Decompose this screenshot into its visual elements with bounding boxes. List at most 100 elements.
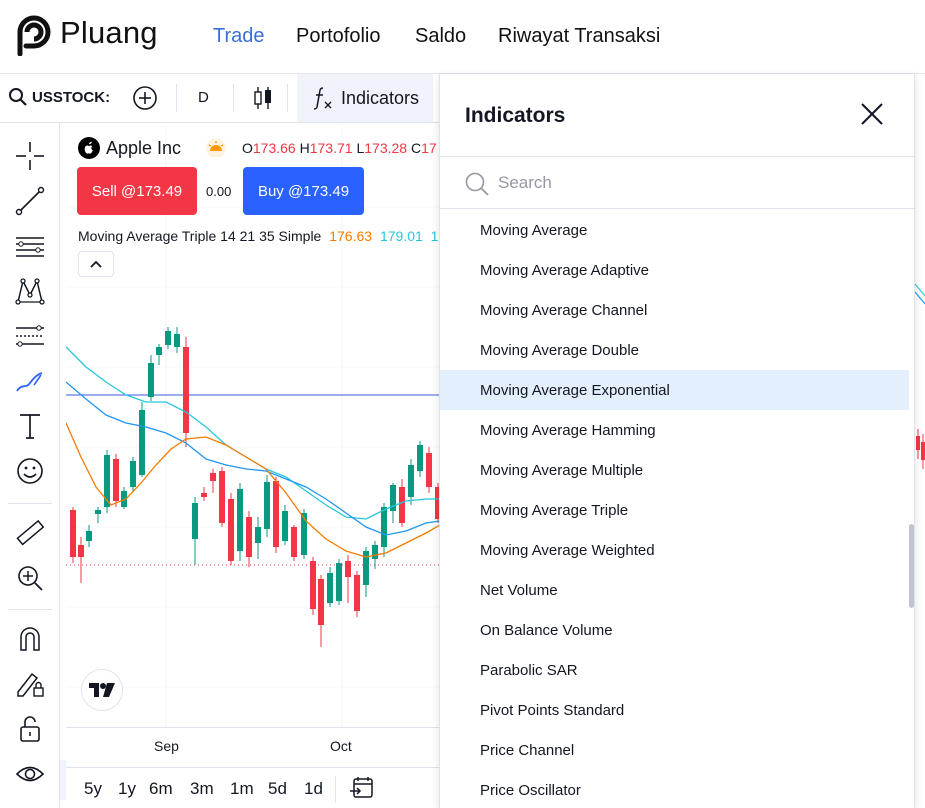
symbol-label: USSTOCK: [32,88,111,106]
range-1y[interactable]: 1y [118,779,136,799]
tools-divider [8,609,52,610]
candle-body [408,465,414,497]
trend-line-tool[interactable] [12,183,48,219]
toolbar-collapse-handle[interactable] [60,760,66,800]
nav-portofolio[interactable]: Portofolio [296,25,381,48]
range-1m[interactable]: 1m [230,779,254,799]
nav-saldo[interactable]: Saldo [415,25,466,48]
list-scrollbar[interactable] [909,524,914,608]
ma-name: Moving Average Triple [78,228,217,244]
emoji-tool[interactable] [12,453,48,489]
low-value: 173.28 [364,140,408,156]
candle-body [399,487,405,523]
time-axis[interactable]: Sep Oct [66,727,440,767]
search-input[interactable] [498,167,878,199]
chart-type-button[interactable] [252,85,274,116]
range-6m[interactable]: 6m [149,779,173,799]
trend-line-icon [15,186,45,216]
range-5d[interactable]: 5d [268,779,287,799]
go-to-date-button[interactable] [349,775,375,806]
x-axis-label: Sep [154,738,179,754]
compare-add-button[interactable] [132,85,158,116]
collapse-legend-button[interactable] [78,251,114,277]
text-tool[interactable] [12,408,48,444]
indicator-item[interactable]: Parabolic SAR [440,650,909,690]
indicator-item[interactable]: Moving Average Adaptive [440,250,909,290]
indicator-item[interactable]: Moving Average [440,210,909,250]
high-value: 173.71 [309,140,353,156]
candle-body [192,503,198,539]
candle-body [327,573,333,603]
candle-body [372,545,378,559]
range-divider [335,776,336,802]
indicator-item[interactable]: On Balance Volume [440,610,909,650]
candle-body [95,510,101,514]
fib-tool[interactable] [12,228,48,264]
price-chart[interactable]: Apple Inc O173.66 H173.71 L173.28 C17 Se… [66,127,440,767]
close-value: 17 [421,140,437,156]
range-bar: 5y 1y 6m 3m 1m 5d 1d [66,767,440,808]
ruler-tool[interactable] [12,515,48,551]
lock-tool[interactable] [12,711,48,747]
candle-body [156,347,162,355]
buy-button[interactable]: Buy @173.49 [243,167,364,215]
text-icon [20,414,40,439]
ma-legend[interactable]: Moving Average Triple 14 21 35 Simple 17… [78,228,440,244]
ma-value-1: 176.63 [329,228,373,244]
hide-drawings-tool[interactable] [12,756,48,792]
indicators-button[interactable]: Indicators [297,74,433,122]
indicator-item[interactable]: Price Oscillator [440,770,909,808]
range-1d[interactable]: 1d [304,779,323,799]
unlock-icon [20,716,40,742]
candle-body [336,563,342,601]
indicator-item[interactable]: Moving Average Channel [440,290,909,330]
symbol-name: Apple Inc [106,137,182,158]
close-button[interactable] [858,100,886,128]
indicator-item[interactable]: Moving Average Exponential [440,370,909,410]
candle-body [78,545,84,557]
symbol-search[interactable]: USSTOCK: [8,87,110,107]
indicator-item[interactable]: Moving Average Multiple [440,450,909,490]
sell-button[interactable]: Sell @173.49 [77,167,197,215]
nav-riwayat-transaksi[interactable]: Riwayat Transaksi [498,25,660,48]
logo-text: Pluang [60,15,158,50]
brush-tool[interactable] [12,363,48,399]
range-5y[interactable]: 5y [84,779,102,799]
lock-drawings-tool[interactable] [12,666,48,702]
horizontal-lines-icon [16,237,44,257]
indicator-item[interactable]: Moving Average Triple [440,490,909,530]
indicator-item[interactable]: Moving Average Weighted [440,530,909,570]
tradingview-icon [89,683,115,697]
interval-button[interactable]: D [198,89,209,106]
indicators-list[interactable]: Moving Average Moving Average Adaptive Mov… [440,210,910,808]
range-3m[interactable]: 3m [190,779,214,799]
ohlc-values: O173.66 H173.71 L173.28 C17 [242,140,437,156]
search-icon [9,88,27,106]
tradingview-logo[interactable] [81,669,123,711]
toolbar-divider [287,84,288,112]
search-bar [440,156,916,209]
chart-edge-canvas [915,283,925,469]
indicator-item[interactable]: Net Volume [440,570,909,610]
zoom-tool[interactable] [12,560,48,596]
x-axis-label: Oct [330,738,352,754]
crosshair-tool[interactable] [12,138,48,174]
indicator-item[interactable]: Pivot Points Standard [440,690,909,730]
pluang-logo[interactable]: Pluang [12,10,158,56]
indicator-item[interactable]: Moving Average Double [440,330,909,370]
candle-body [318,579,324,625]
pluang-logo-icon [17,15,51,56]
nav-trade[interactable]: Trade [213,25,265,48]
chevron-up-icon [90,260,102,268]
magnet-tool[interactable] [12,621,48,657]
indicator-item[interactable]: Moving Average Hamming [440,410,909,450]
candle-body [228,499,234,561]
projection-tool[interactable] [12,318,48,354]
eye-icon [15,766,45,782]
chart-canvas[interactable] [66,127,440,727]
candle-body [165,331,171,345]
indicators-dialog: Indicators Moving AverageMoving Average … [439,74,916,808]
candle-body [246,517,252,557]
indicator-item[interactable]: Price Channel [440,730,909,770]
pattern-tool[interactable] [12,273,48,309]
